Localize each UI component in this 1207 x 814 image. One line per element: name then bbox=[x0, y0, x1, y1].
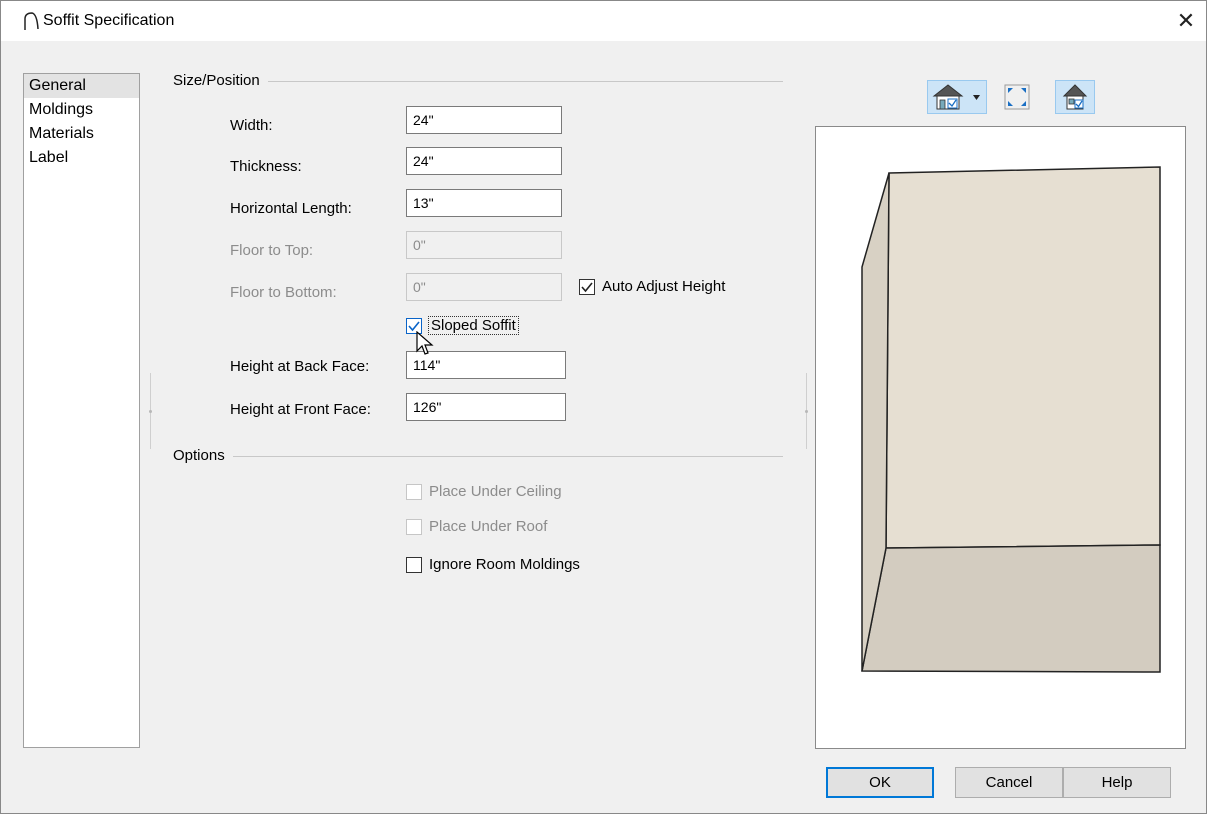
mouse-cursor-icon bbox=[416, 330, 434, 361]
ignore-room-moldings-label: Ignore Room Moldings bbox=[429, 556, 580, 573]
size-position-title: Size/Position bbox=[173, 72, 268, 89]
auto-adjust-height-label: Auto Adjust Height bbox=[602, 278, 726, 295]
nav-item-moldings[interactable]: Moldings bbox=[24, 98, 139, 122]
right-splitter-grip bbox=[805, 410, 808, 413]
floor-to-bottom-input bbox=[406, 273, 562, 301]
camera-view-icon bbox=[932, 84, 980, 110]
fit-to-window-button[interactable] bbox=[1000, 80, 1034, 114]
soffit-app-icon bbox=[23, 11, 39, 35]
show-room-toggle-button[interactable] bbox=[1055, 80, 1095, 114]
fit-to-window-icon bbox=[1004, 84, 1030, 110]
floor-to-bottom-label: Floor to Bottom: bbox=[230, 284, 337, 301]
show-room-icon bbox=[1062, 84, 1088, 110]
left-splitter-grip bbox=[149, 410, 152, 413]
soffit-bottom-face bbox=[861, 544, 1161, 673]
options-divider bbox=[173, 456, 783, 457]
title-bar: Soffit Specification ✕ bbox=[1, 1, 1206, 41]
height-front-face-label: Height at Front Face: bbox=[230, 401, 371, 418]
window-title: Soffit Specification bbox=[43, 12, 175, 29]
place-under-ceiling-checkbox: Place Under Ceiling bbox=[406, 483, 562, 500]
nav-item-materials[interactable]: Materials bbox=[24, 122, 139, 146]
checkmark-icon bbox=[581, 281, 593, 292]
width-input[interactable] bbox=[406, 106, 562, 134]
height-front-face-input[interactable] bbox=[406, 393, 566, 421]
soffit-3d-preview[interactable] bbox=[815, 126, 1186, 749]
checkbox-box bbox=[406, 483, 422, 500]
horizontal-length-label: Horizontal Length: bbox=[230, 200, 352, 217]
height-back-face-label: Height at Back Face: bbox=[230, 358, 370, 375]
ok-button[interactable]: OK bbox=[826, 767, 934, 798]
cancel-button[interactable]: Cancel bbox=[955, 767, 1063, 798]
width-label: Width: bbox=[230, 117, 273, 134]
place-under-ceiling-label: Place Under Ceiling bbox=[429, 483, 562, 500]
nav-item-label[interactable]: Label bbox=[24, 146, 139, 170]
floor-to-top-label: Floor to Top: bbox=[230, 242, 314, 259]
checkbox-box bbox=[406, 556, 422, 573]
close-button[interactable]: ✕ bbox=[1166, 1, 1206, 41]
thickness-input[interactable] bbox=[406, 147, 562, 175]
checkbox-box bbox=[406, 518, 422, 535]
options-title: Options bbox=[173, 447, 233, 464]
place-under-roof-label: Place Under Roof bbox=[429, 518, 548, 535]
help-button[interactable]: Help bbox=[1063, 767, 1171, 798]
checkbox-box bbox=[579, 278, 595, 295]
close-icon: ✕ bbox=[1176, 8, 1196, 33]
category-list: General Moldings Materials Label bbox=[23, 73, 140, 748]
sloped-soffit-label: Sloped Soffit bbox=[428, 316, 519, 335]
ignore-room-moldings-checkbox[interactable]: Ignore Room Moldings bbox=[406, 556, 580, 573]
place-under-roof-checkbox: Place Under Roof bbox=[406, 518, 547, 535]
floor-to-top-input bbox=[406, 231, 562, 259]
soffit-front-face bbox=[885, 166, 1161, 549]
thickness-label: Thickness: bbox=[230, 158, 302, 175]
chevron-down-icon bbox=[973, 95, 980, 100]
auto-adjust-height-checkbox[interactable]: Auto Adjust Height bbox=[579, 278, 725, 295]
camera-view-dropdown-button[interactable] bbox=[927, 80, 987, 114]
horizontal-length-input[interactable] bbox=[406, 189, 562, 217]
soffit-specification-dialog: Soffit Specification ✕ General Moldings … bbox=[0, 0, 1207, 814]
nav-item-general[interactable]: General bbox=[24, 74, 139, 98]
soffit-3d-model bbox=[861, 166, 1161, 673]
